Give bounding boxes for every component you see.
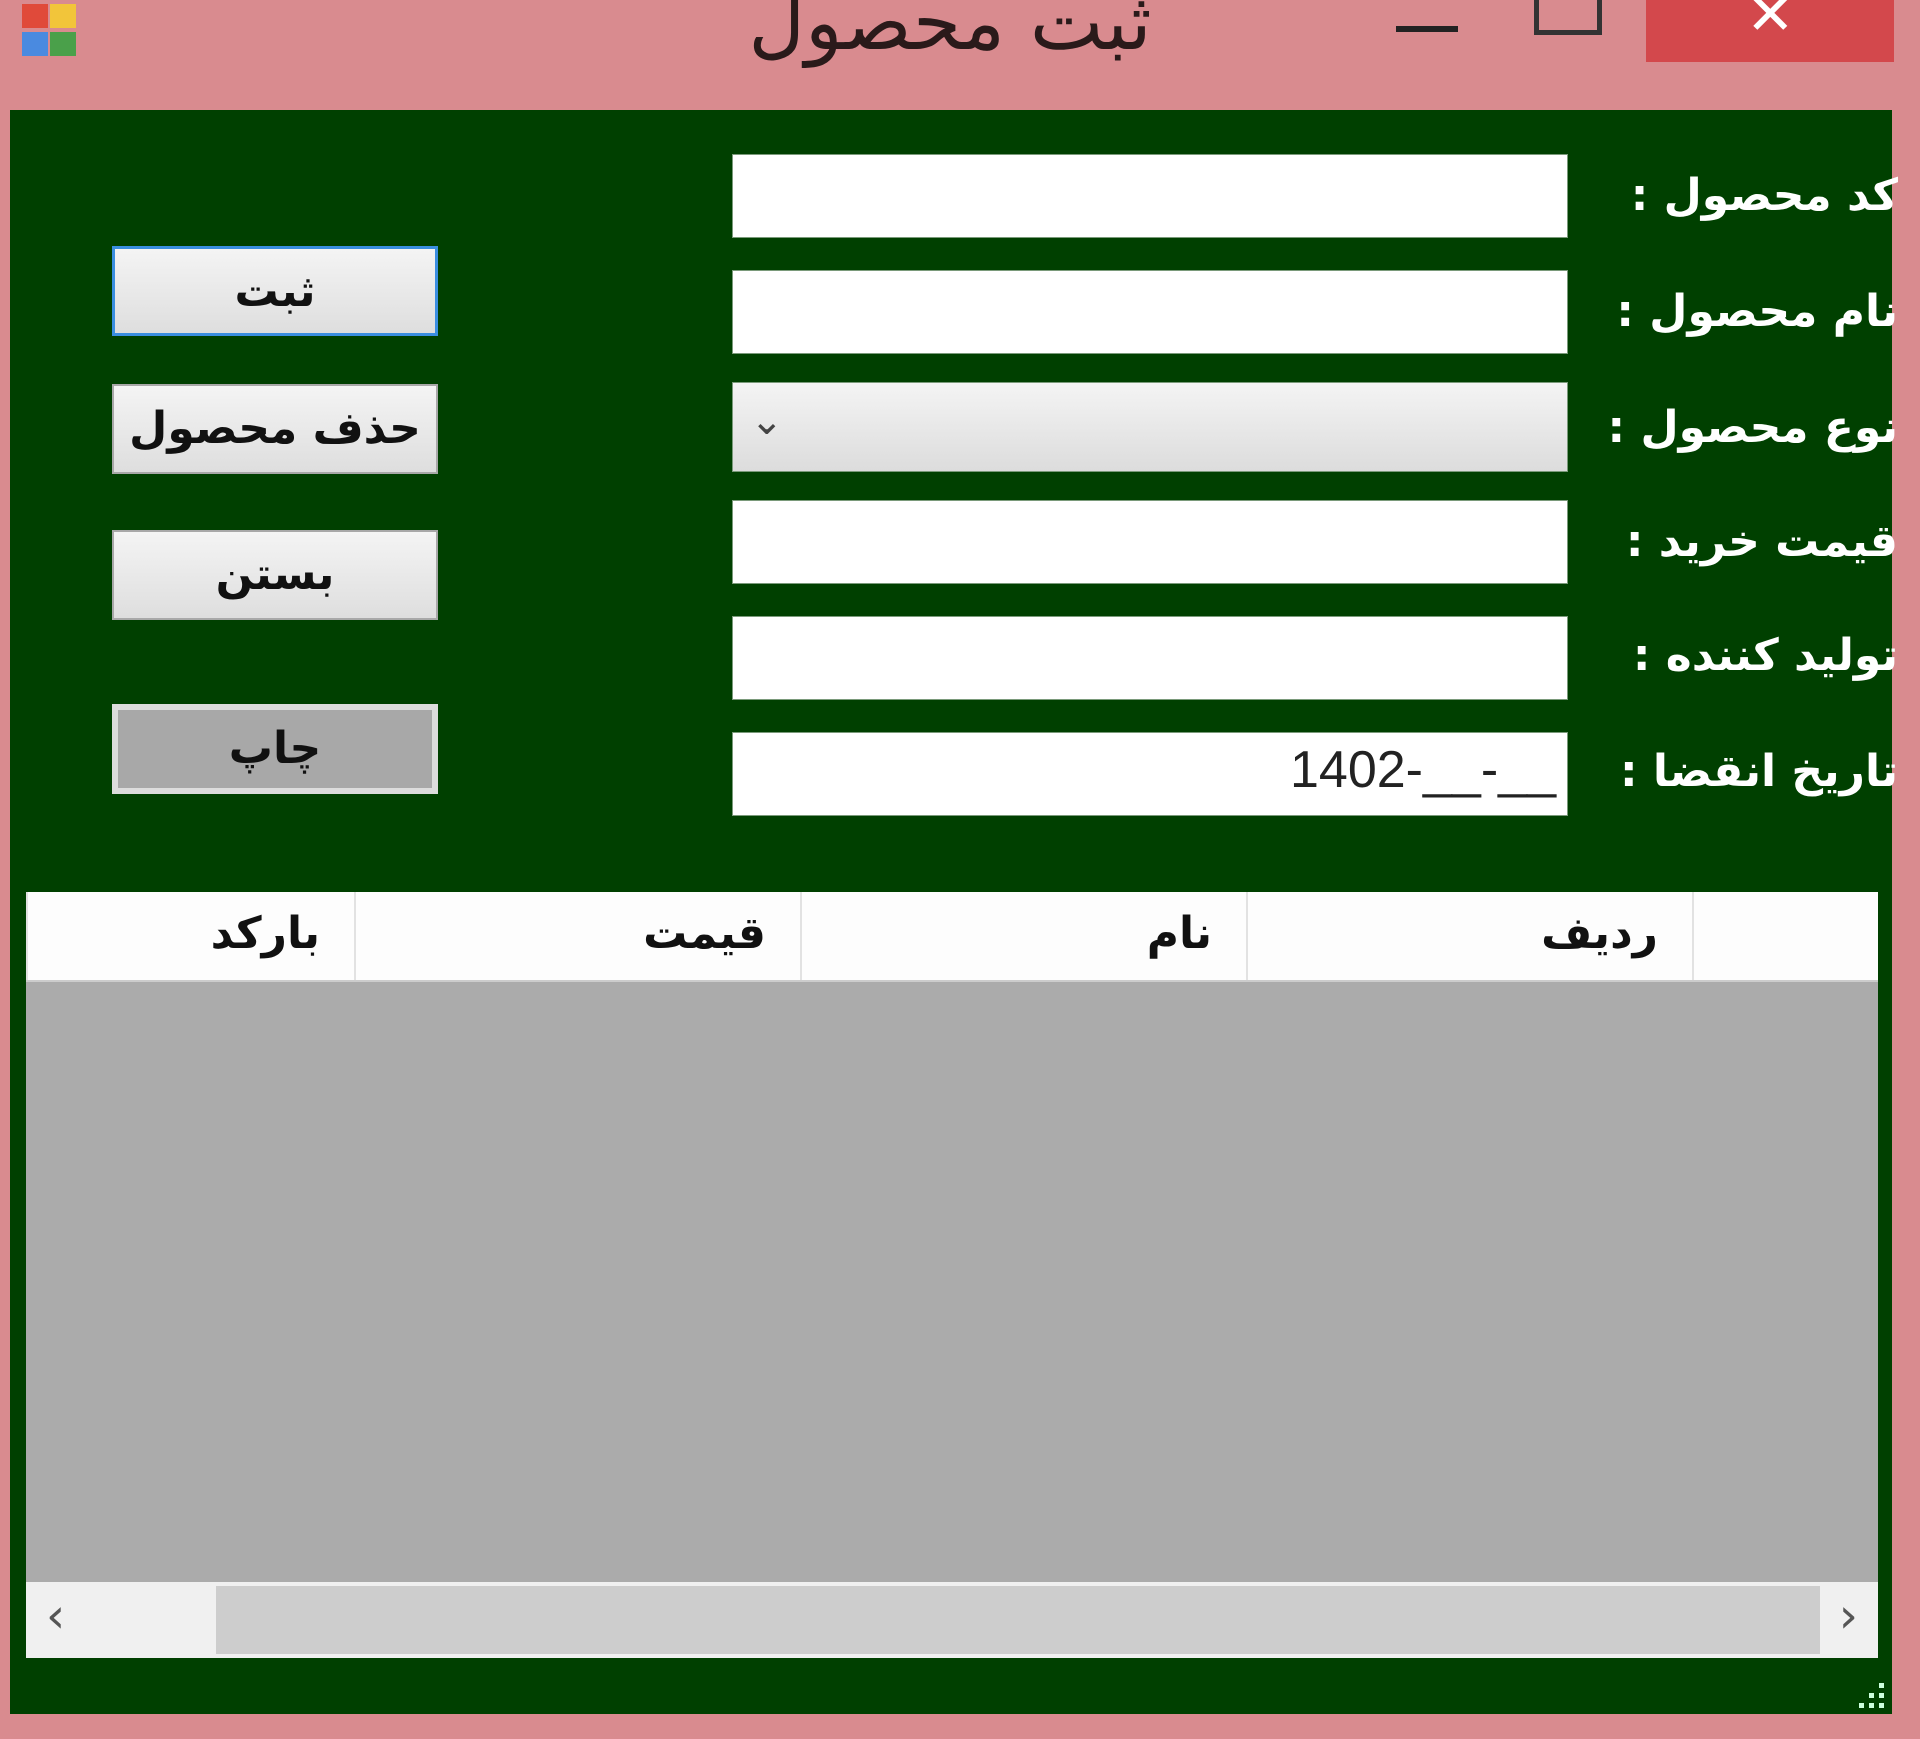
chevron-right-icon[interactable]: › — [1839, 1588, 1858, 1644]
label-product-code: کد محصول : — [1630, 170, 1898, 221]
products-grid[interactable]: ردیف نام قیمت بارکد ‹ › — [26, 892, 1878, 1658]
chevron-down-icon: ⌄ — [750, 398, 784, 444]
close-window-button[interactable]: ✕ — [1646, 0, 1894, 62]
column-header-row-number[interactable]: ردیف — [1246, 892, 1692, 980]
manufacturer-input[interactable] — [732, 616, 1568, 700]
scrollbar-thumb[interactable] — [216, 1586, 1820, 1654]
window-title: ثبت محصول — [748, 0, 1152, 68]
save-button[interactable]: ثبت — [112, 246, 438, 336]
expiry-date-value: 1402-__-__ — [1290, 741, 1556, 799]
app-icon[interactable] — [22, 4, 80, 60]
column-header-name[interactable]: نام — [800, 892, 1246, 980]
label-product-type: نوع محصول : — [1607, 402, 1898, 453]
product-type-select[interactable]: ⌄ — [732, 382, 1568, 472]
horizontal-scrollbar[interactable]: ‹ › — [26, 1582, 1878, 1658]
close-icon: ✕ — [1746, 0, 1795, 48]
row-header-corner — [1692, 892, 1878, 980]
minimize-button[interactable] — [1396, 0, 1458, 62]
label-product-name: نام محصول : — [1616, 286, 1898, 337]
print-button[interactable]: چاپ — [112, 704, 438, 794]
label-expiry-date: تاریخ انقضا : — [1620, 746, 1898, 797]
expiry-date-input[interactable]: 1402-__-__ — [732, 732, 1568, 816]
label-purchase-price: قیمت خرید : — [1625, 516, 1898, 567]
close-button[interactable]: بستن — [112, 530, 438, 620]
title-bar: ثبت محصول ✕ — [0, 0, 1920, 110]
grid-header: ردیف نام قیمت بارکد — [26, 892, 1878, 982]
product-code-input[interactable] — [732, 154, 1568, 238]
product-name-input[interactable] — [732, 270, 1568, 354]
resize-grip-icon[interactable] — [1850, 1678, 1884, 1708]
chevron-left-icon[interactable]: ‹ — [46, 1588, 65, 1644]
label-manufacturer: تولید کننده : — [1632, 630, 1898, 681]
column-header-price[interactable]: قیمت — [354, 892, 800, 980]
purchase-price-input[interactable] — [732, 500, 1568, 584]
form-body: کد محصول : نام محصول : نوع محصول : قیمت … — [10, 110, 1898, 1714]
delete-product-button[interactable]: حذف محصول — [112, 384, 438, 474]
maximize-button[interactable] — [1530, 0, 1602, 62]
column-header-barcode[interactable]: بارکد — [26, 892, 354, 980]
